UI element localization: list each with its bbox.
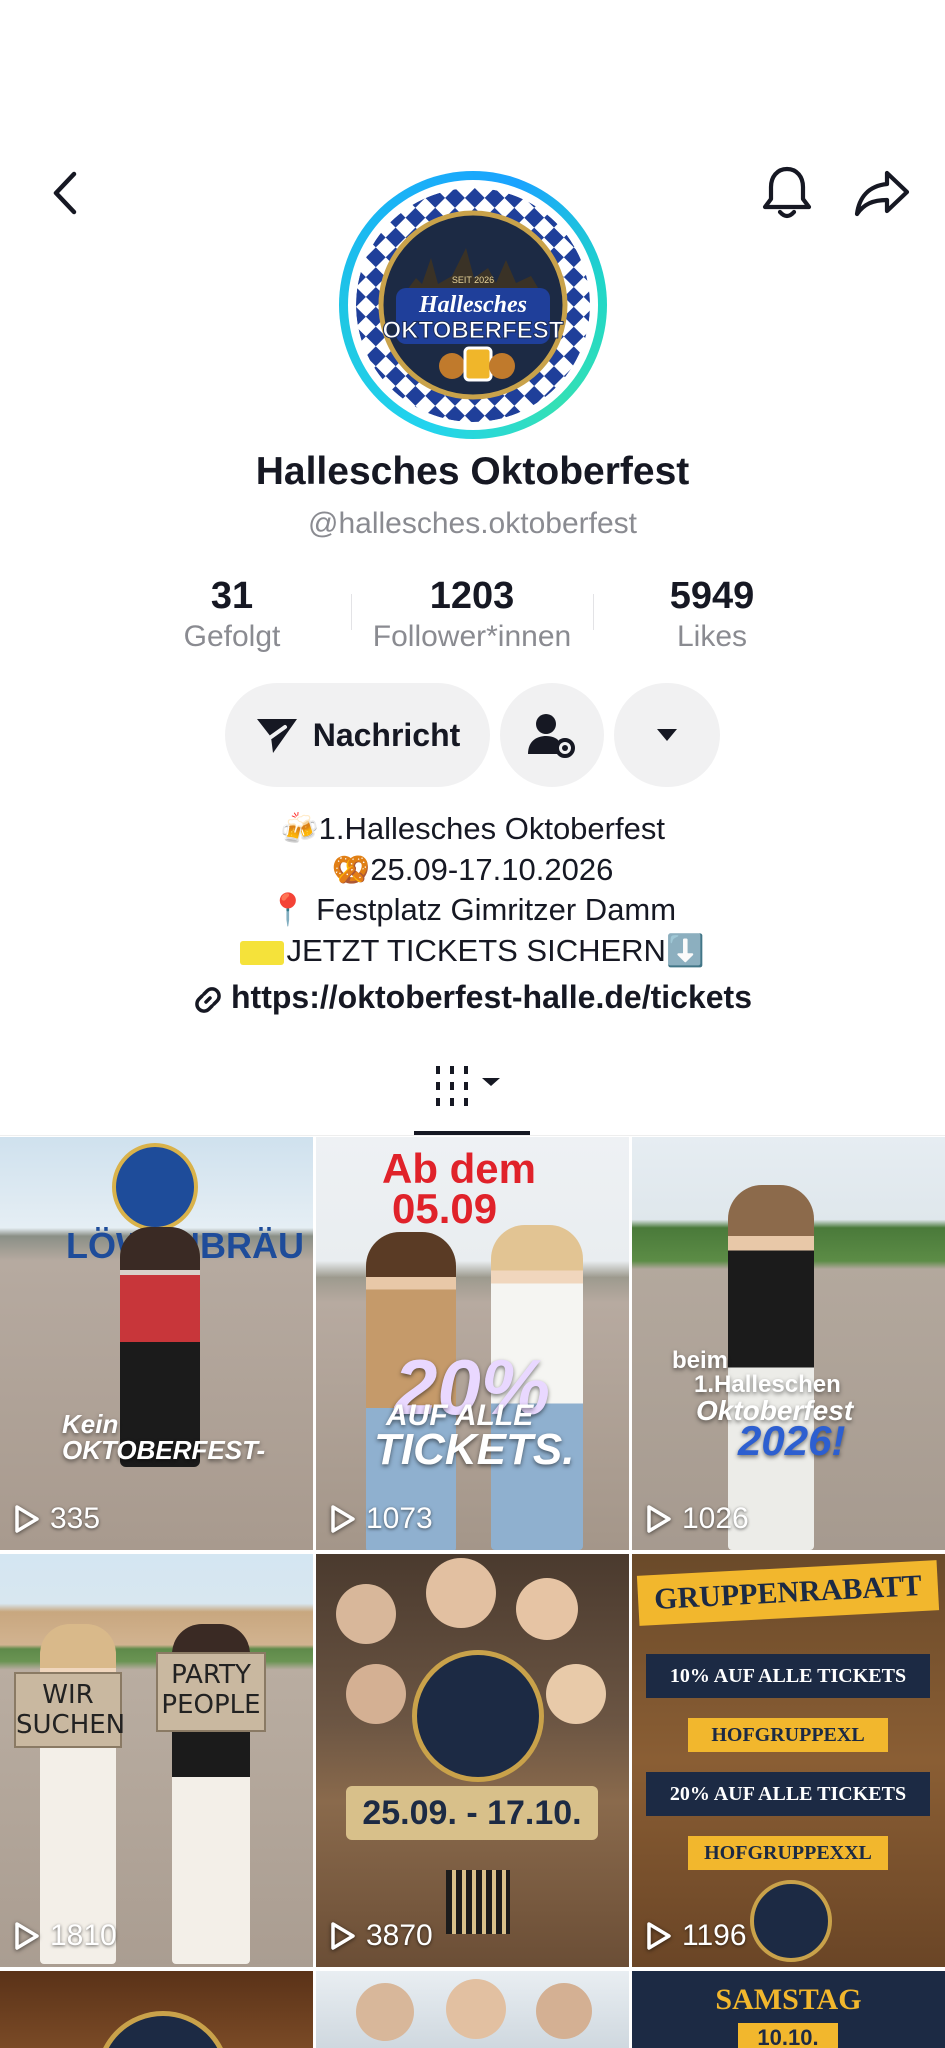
link-icon (195, 986, 221, 1013)
share-button[interactable] (850, 163, 914, 223)
chevron-left-icon (53, 171, 77, 215)
grid-bars-icon (436, 1066, 500, 1106)
stat-divider (351, 594, 352, 630)
bio-link[interactable]: https://oktoberfest-halle.de/tickets (0, 977, 945, 1017)
user-settings-button[interactable] (500, 683, 604, 787)
stat-divider (593, 594, 594, 630)
view-count: 3870 (330, 1919, 433, 1953)
video-4-sign-left: WIR SUCHEN (14, 1672, 125, 1748)
display-name: Hallesches Oktoberfest (255, 450, 690, 493)
bio-line-3: 📍 Festplatz Gimritzer Damm (268, 892, 677, 927)
following-label: Gefolgt (183, 620, 281, 653)
notifications-button[interactable] (757, 163, 817, 223)
video-6-code-1: HOFGRUPPEXL (688, 1718, 888, 1752)
stat-likes[interactable]: 5949 Likes (602, 573, 822, 655)
video-thumbnail-6[interactable]: GRUPPENRABATT 10% AUF ALLE TICKETS HOFGR… (632, 1554, 945, 1967)
video-thumbnail-3[interactable]: beim 1.Halleschen Oktoberfest 2026! 1026 (632, 1137, 945, 1550)
play-icon (331, 1505, 355, 1533)
followers-count: 1203 (429, 575, 515, 617)
share-arrow-icon (854, 170, 910, 217)
stat-following[interactable]: 31 Gefolgt (122, 573, 342, 655)
caret-down-icon (657, 729, 677, 741)
back-button[interactable] (40, 168, 90, 218)
video-6-offer-1: 10% AUF ALLE TICKETS (646, 1654, 930, 1698)
video-6-offer-2: 20% AUF ALLE TICKETS (646, 1772, 930, 1816)
avatar[interactable]: SEIT 2026 Hallesches OKTOBERFEST (339, 171, 607, 439)
view-count: 1026 (646, 1502, 749, 1536)
play-icon (647, 1505, 671, 1533)
video-3-text-year: 2026! (738, 1417, 846, 1464)
tab-videos-grid[interactable] (414, 1062, 530, 1136)
video-thumbnail-1[interactable]: LÖWENBRÄU Kein OKTOBERFEST- 335 (0, 1137, 313, 1550)
send-icon (256, 719, 297, 753)
bio-line-1: 🍻1.Hallesches Oktoberfest (280, 811, 665, 846)
view-count: 1810 (14, 1919, 117, 1953)
more-dropdown-button[interactable] (614, 683, 720, 787)
bio-line-4: JETZT TICKETS SICHERN⬇️ (0, 931, 945, 971)
followers-label: Follower*innen (372, 620, 572, 653)
bio-tickets-text: JETZT TICKETS SICHERN⬇️ (286, 933, 705, 968)
oktoberfest-logo-image: SEIT 2026 Hallesches OKTOBERFEST (356, 188, 590, 422)
logo-text-hallesches: Hallesches (418, 292, 527, 318)
view-count: 1196 (646, 1919, 747, 1953)
view-count: 1073 (330, 1502, 433, 1536)
following-count: 31 (210, 575, 254, 617)
video-2-text-date: 05.09 (392, 1185, 498, 1232)
video-thumbnail-2[interactable]: Ab dem 05.09 20% AUF ALLE TICKETS. 1073 (316, 1137, 629, 1550)
stat-followers[interactable]: 1203 Follower*innen (362, 573, 582, 655)
username-handle: @hallesches.oktoberfest (308, 507, 637, 540)
video-thumbnail-8[interactable] (316, 1971, 629, 2048)
video-thumbnail-7[interactable] (0, 1971, 313, 2048)
play-icon (15, 1922, 39, 1950)
view-count: 335 (14, 1502, 100, 1536)
play-icon (331, 1922, 355, 1950)
ticket-icon (240, 940, 285, 965)
message-button[interactable]: Nachricht (225, 683, 490, 787)
video-thumbnail-5[interactable]: 25.09. - 17.10. 3870 (316, 1554, 629, 1967)
tab-divider (0, 1135, 945, 1136)
video-thumbnail-4[interactable]: WIR SUCHEN PARTY PEOPLE 1810 (0, 1554, 313, 1967)
video-9-day-text: SAMSTAG (715, 1983, 862, 2016)
logo-text-oktoberfest: OKTOBERFEST (383, 317, 564, 344)
logo-top-text: SEIT 2026 (452, 275, 494, 285)
video-2-text-tickets: TICKETS. (374, 1425, 575, 1474)
video-4-sign-right: PARTY PEOPLE (156, 1652, 266, 1732)
likes-count: 5949 (669, 575, 755, 617)
play-icon (647, 1922, 671, 1950)
message-button-label: Nachricht (312, 716, 461, 753)
video-thumbnail-9[interactable]: SAMSTAG 10.10. (632, 1971, 945, 2048)
bell-icon (762, 166, 812, 219)
play-icon (15, 1505, 39, 1533)
video-5-date-text: 25.09. - 17.10. (346, 1786, 598, 1840)
video-1-text-oktoberfest: OKTOBERFEST- (62, 1435, 266, 1465)
bio-link-text: https://oktoberfest-halle.de/tickets (231, 979, 752, 1015)
likes-label: Likes (676, 620, 748, 653)
user-gear-icon (528, 714, 575, 758)
video-6-code-2: HOFGRUPPEXXL (688, 1836, 888, 1870)
video-6-title: GRUPPENRABATT (636, 1560, 940, 1626)
bio-line-2: 🥨25.09-17.10.2026 (331, 852, 614, 887)
video-9-date-text: 10.10. (738, 2023, 838, 2048)
